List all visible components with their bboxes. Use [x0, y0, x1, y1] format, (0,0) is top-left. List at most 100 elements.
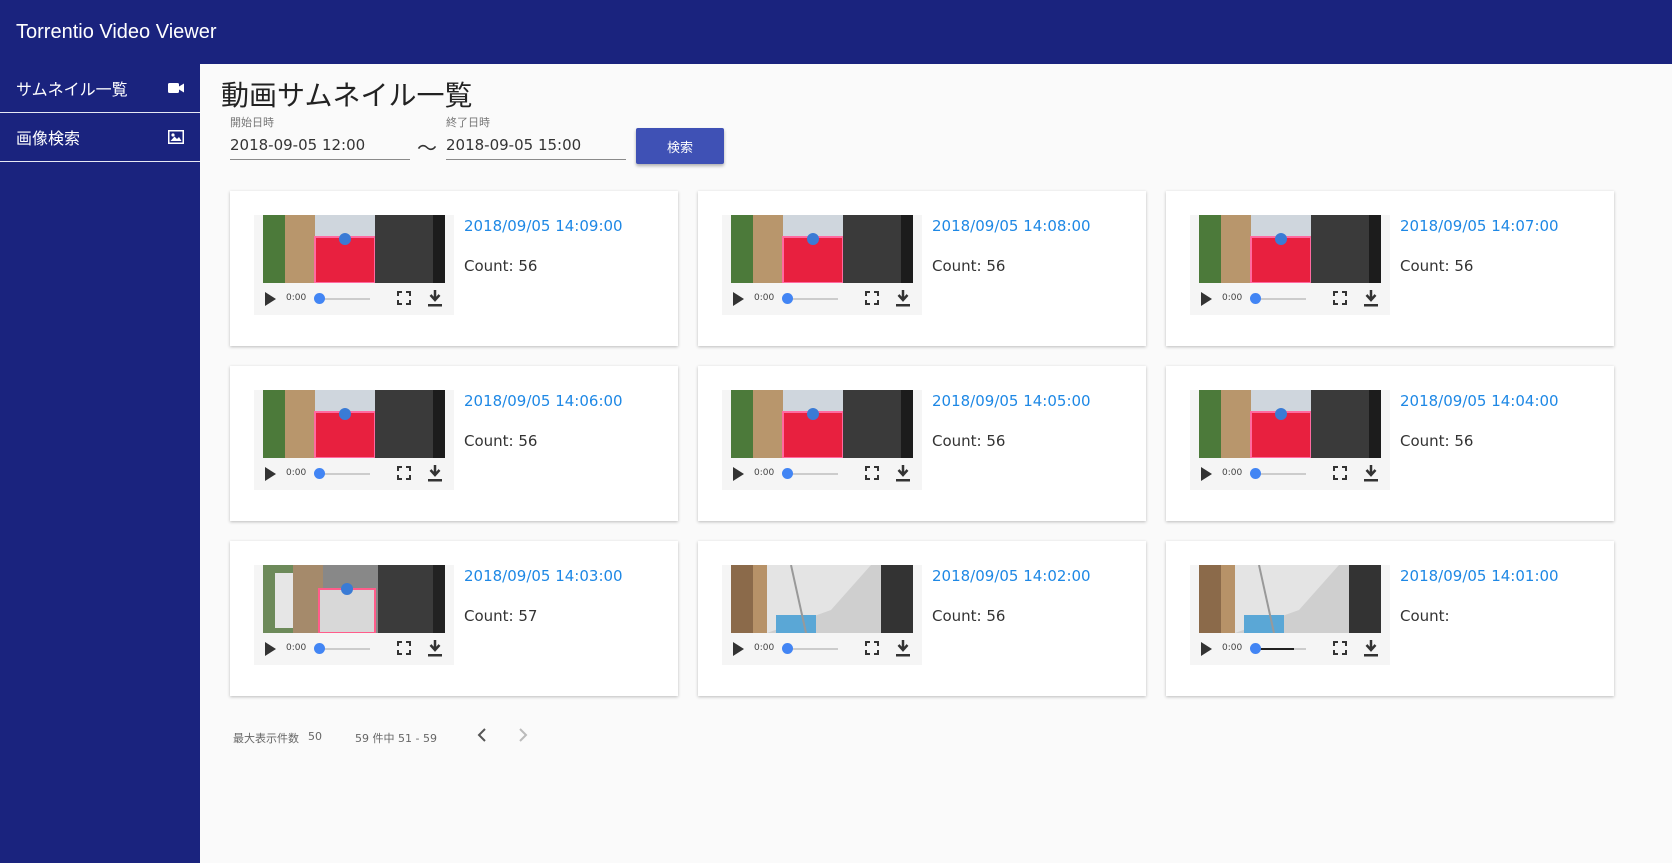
fullscreen-icon[interactable]	[865, 641, 879, 655]
sidebar-item-image-search[interactable]: 画像検索	[0, 113, 200, 162]
fullscreen-icon[interactable]	[397, 466, 411, 480]
video-count: Count: 56	[932, 607, 1006, 625]
video-datetime-link[interactable]: 2018/09/05 14:03:00	[464, 567, 623, 585]
seek-bar[interactable]	[1256, 298, 1306, 300]
seek-bar[interactable]	[1256, 473, 1306, 475]
video-card: 0:00 2018/09/05 14:03:00 Count: 57	[230, 541, 678, 696]
video-player[interactable]: 0:00	[722, 215, 922, 315]
seek-bar[interactable]	[320, 648, 370, 650]
play-icon[interactable]	[264, 642, 276, 656]
seek-progress	[1256, 648, 1294, 650]
download-icon[interactable]	[896, 290, 910, 307]
fullscreen-icon[interactable]	[1333, 641, 1347, 655]
start-datetime-input[interactable]	[230, 130, 410, 160]
seek-bar[interactable]	[1256, 648, 1306, 650]
fullscreen-icon[interactable]	[1333, 466, 1347, 480]
download-icon[interactable]	[896, 640, 910, 657]
time-display: 0:00	[286, 293, 307, 303]
play-icon[interactable]	[1200, 642, 1212, 656]
next-page-icon[interactable]	[516, 727, 528, 743]
video-thumbnail	[731, 390, 913, 458]
fullscreen-icon[interactable]	[865, 291, 879, 305]
fullscreen-icon[interactable]	[397, 291, 411, 305]
seek-handle[interactable]	[314, 643, 325, 654]
video-count: Count:	[1400, 607, 1450, 625]
video-player[interactable]: 0:00	[1190, 565, 1390, 665]
sidebar-item-thumbnails[interactable]: サムネイル一覧	[0, 64, 200, 113]
prev-page-icon[interactable]	[477, 727, 489, 743]
download-icon[interactable]	[428, 640, 442, 657]
video-player[interactable]: 0:00	[254, 390, 454, 490]
video-datetime-link[interactable]: 2018/09/05 14:07:00	[1400, 217, 1559, 235]
video-datetime-link[interactable]: 2018/09/05 14:06:00	[464, 392, 623, 410]
player-controls: 0:00	[1190, 283, 1390, 315]
start-datetime-field: 開始日時	[230, 114, 410, 160]
video-datetime-link[interactable]: 2018/09/05 14:09:00	[464, 217, 623, 235]
time-display: 0:00	[1222, 468, 1243, 478]
time-display: 0:00	[286, 468, 307, 478]
video-thumbnail	[731, 215, 913, 283]
seek-handle[interactable]	[782, 643, 793, 654]
download-icon[interactable]	[428, 465, 442, 482]
page-range-label: 59 件中 51 - 59	[355, 732, 437, 745]
seek-bar[interactable]	[320, 473, 370, 475]
video-player[interactable]: 0:00	[722, 390, 922, 490]
video-thumbnail	[731, 565, 913, 633]
seek-handle[interactable]	[1250, 293, 1261, 304]
video-count: Count: 56	[932, 432, 1006, 450]
video-datetime-link[interactable]: 2018/09/05 14:04:00	[1400, 392, 1559, 410]
seek-handle[interactable]	[314, 468, 325, 479]
seek-handle[interactable]	[782, 468, 793, 479]
download-icon[interactable]	[1364, 290, 1378, 307]
video-datetime-link[interactable]: 2018/09/05 14:01:00	[1400, 567, 1559, 585]
seek-handle[interactable]	[314, 293, 325, 304]
play-icon[interactable]	[1200, 467, 1212, 481]
search-button[interactable]: 検索	[636, 128, 724, 164]
video-card: 0:00 2018/09/05 14:05:00 Count: 56	[698, 366, 1146, 521]
video-thumbnail	[263, 565, 445, 633]
player-controls: 0:00	[722, 633, 922, 665]
video-player[interactable]: 0:00	[1190, 390, 1390, 490]
end-datetime-label: 終了日時	[446, 116, 490, 129]
seek-handle[interactable]	[1250, 468, 1261, 479]
download-icon[interactable]	[1364, 640, 1378, 657]
seek-bar[interactable]	[788, 298, 838, 300]
play-icon[interactable]	[1200, 292, 1212, 306]
fullscreen-icon[interactable]	[397, 641, 411, 655]
video-count: Count: 56	[1400, 257, 1474, 275]
download-icon[interactable]	[896, 465, 910, 482]
play-icon[interactable]	[264, 292, 276, 306]
player-controls: 0:00	[254, 458, 454, 490]
player-controls: 0:00	[722, 458, 922, 490]
play-icon[interactable]	[264, 467, 276, 481]
video-player[interactable]: 0:00	[254, 565, 454, 665]
video-player[interactable]: 0:00	[1190, 215, 1390, 315]
video-datetime-link[interactable]: 2018/09/05 14:05:00	[932, 392, 1091, 410]
video-player[interactable]: 0:00	[254, 215, 454, 315]
player-controls: 0:00	[254, 283, 454, 315]
video-count: Count: 56	[932, 257, 1006, 275]
page-size-value: 50	[308, 730, 322, 743]
play-icon[interactable]	[732, 642, 744, 656]
play-icon[interactable]	[732, 467, 744, 481]
video-player[interactable]: 0:00	[722, 565, 922, 665]
time-display: 0:00	[754, 643, 775, 653]
end-datetime-input[interactable]	[446, 130, 626, 160]
seek-bar[interactable]	[320, 298, 370, 300]
seek-bar[interactable]	[788, 648, 838, 650]
fullscreen-icon[interactable]	[1333, 291, 1347, 305]
seek-handle[interactable]	[782, 293, 793, 304]
video-datetime-link[interactable]: 2018/09/05 14:02:00	[932, 567, 1091, 585]
seek-handle[interactable]	[1250, 643, 1261, 654]
download-icon[interactable]	[1364, 465, 1378, 482]
play-icon[interactable]	[732, 292, 744, 306]
time-display: 0:00	[286, 643, 307, 653]
video-card: 0:00 2018/09/05 14:07:00 Count: 56	[1166, 191, 1614, 346]
fullscreen-icon[interactable]	[865, 466, 879, 480]
video-datetime-link[interactable]: 2018/09/05 14:08:00	[932, 217, 1091, 235]
video-thumbnail	[263, 215, 445, 283]
video-thumbnail	[1199, 215, 1381, 283]
sidebar: サムネイル一覧 画像検索	[0, 64, 200, 863]
seek-bar[interactable]	[788, 473, 838, 475]
download-icon[interactable]	[428, 290, 442, 307]
